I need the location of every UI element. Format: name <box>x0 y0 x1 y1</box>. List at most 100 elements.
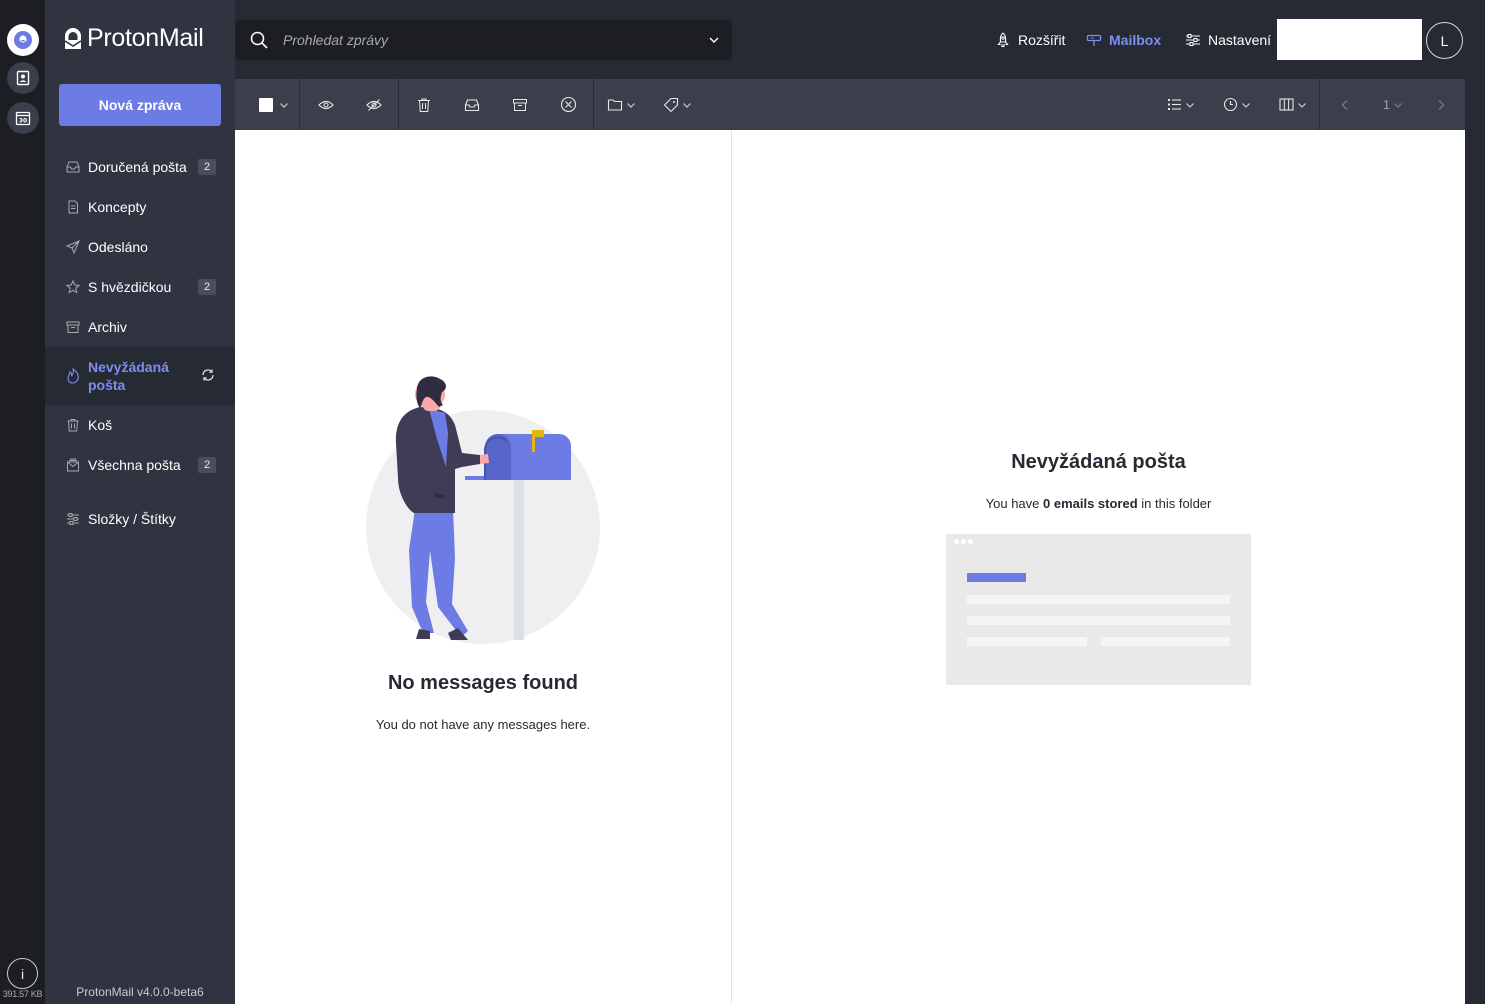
placeholder-line <box>967 616 1230 625</box>
storage-usage: 391.57 KB <box>2 989 43 999</box>
sidebar-item-label: Odesláno <box>88 239 148 255</box>
mailbox-link[interactable]: Mailbox <box>1086 20 1161 60</box>
empty-state-title: No messages found <box>387 672 579 694</box>
redacted-box <box>1277 19 1422 60</box>
unread-count-badge: 2 <box>198 159 216 175</box>
move-to-archive-button[interactable] <box>505 79 535 130</box>
search-input[interactable] <box>283 32 696 48</box>
placeholder-line <box>1101 637 1230 646</box>
sidebar-item-label: Archiv <box>88 319 127 335</box>
mark-read-button[interactable] <box>311 79 341 130</box>
window-dot <box>961 539 966 544</box>
close-circle-icon <box>560 96 576 113</box>
refresh-icon[interactable] <box>201 368 215 385</box>
toolbar-divider <box>398 79 399 130</box>
settings-link[interactable]: Nastavení <box>1185 20 1271 60</box>
page-select-dropdown[interactable]: 1 <box>1373 79 1413 130</box>
clock-icon <box>1223 97 1238 112</box>
move-to-folder-dropdown[interactable] <box>603 79 639 130</box>
page-number: 1 <box>1382 97 1391 112</box>
sidebar-item-label: Složky / Štítky <box>88 511 176 527</box>
info-button[interactable]: i <box>7 958 38 989</box>
apply-label-dropdown[interactable] <box>659 79 695 130</box>
contacts-icon <box>16 70 30 86</box>
all-mail-icon <box>65 457 81 473</box>
view-mode-dropdown[interactable] <box>1275 79 1311 130</box>
toolbar-divider <box>593 79 594 130</box>
message-toolbar: 1 <box>235 79 1465 130</box>
previous-page-button[interactable] <box>1333 79 1357 130</box>
folder-summary-prefix: You have <box>985 496 1043 511</box>
sidebar-item-sent[interactable]: Odesláno <box>45 227 235 267</box>
sidebar-item-folders-labels[interactable]: Složky / Štítky <box>45 499 235 539</box>
mail-app-button[interactable] <box>7 24 39 56</box>
folder-summary: You have 0 emails stored in this folder <box>732 496 1465 511</box>
folder-nav: Doručená pošta 2 Koncepty Odesláno S hvě… <box>45 147 235 539</box>
mailbox-label: Mailbox <box>1109 32 1162 48</box>
star-icon <box>65 279 81 295</box>
sidebar-item-label: Nevyžádaná pošta <box>88 359 169 393</box>
sidebar-item-drafts[interactable]: Koncepty <box>45 187 235 227</box>
sidebar-item-label: S hvězdičkou <box>88 279 172 295</box>
message-view: Nevyžádaná pošta You have 0 emails store… <box>732 130 1465 1004</box>
layout-list-dropdown[interactable] <box>1163 79 1199 130</box>
sidebar-item-archive[interactable]: Archiv <box>45 307 235 347</box>
mailbox-icon <box>1086 34 1102 46</box>
protonmail-logo-icon <box>64 27 82 49</box>
search-icon[interactable] <box>235 31 283 49</box>
email-count: 0 emails stored <box>1043 496 1138 511</box>
sort-dropdown[interactable] <box>1219 79 1255 130</box>
paper-plane-icon <box>65 239 81 255</box>
next-page-button[interactable] <box>1429 79 1453 130</box>
sliders-icon <box>65 511 81 527</box>
select-all-checkbox[interactable] <box>259 97 273 112</box>
sidebar-item-inbox[interactable]: Doručená pošta 2 <box>45 147 235 187</box>
logo[interactable]: ProtonMail <box>63 24 204 53</box>
chevron-down-icon <box>626 102 635 108</box>
mark-unread-button[interactable] <box>359 79 389 130</box>
delete-button[interactable] <box>553 79 583 130</box>
chevron-down-icon <box>280 102 288 108</box>
mail-app-icon <box>14 31 32 49</box>
sidebar-item-all-mail[interactable]: Všechna pošta 2 <box>45 445 235 485</box>
window-dot <box>954 539 959 544</box>
app-rail: 30 i 391.57 KB <box>0 0 45 1004</box>
chevron-right-icon <box>1438 99 1445 110</box>
sidebar-item-label: Doručená pošta <box>88 159 187 175</box>
placeholder-line <box>967 595 1230 604</box>
sidebar-item-spam[interactable]: Nevyžádaná pošta <box>45 347 235 405</box>
sidebar: ProtonMail Nová zpráva Doručená pošta 2 … <box>45 0 235 1004</box>
inbox-icon <box>464 98 480 111</box>
select-all-dropdown[interactable] <box>251 79 297 130</box>
trash-icon <box>418 98 430 112</box>
eye-icon <box>318 100 334 109</box>
message-list: No messages found You do not have any me… <box>235 130 731 1004</box>
tag-icon <box>663 97 678 112</box>
sidebar-item-starred[interactable]: S hvězdičkou 2 <box>45 267 235 307</box>
chevron-down-icon[interactable] <box>696 34 732 46</box>
empty-state-subtitle: You do not have any messages here. <box>375 717 591 732</box>
folder-title: Nevyžádaná pošta <box>1011 451 1186 473</box>
placeholder-line <box>967 637 1087 646</box>
sidebar-item-trash[interactable]: Koš <box>45 405 235 445</box>
user-avatar-button[interactable]: L <box>1426 22 1463 59</box>
contacts-app-button[interactable] <box>7 62 39 94</box>
sidebar-item-label: Koš <box>88 417 113 433</box>
calendar-app-button[interactable]: 30 <box>7 102 39 134</box>
chevron-down-icon <box>1298 102 1306 108</box>
search-bar <box>235 20 732 60</box>
fire-icon <box>65 368 81 384</box>
folder-summary-suffix: in this folder <box>1137 496 1212 511</box>
trash-icon <box>65 417 81 433</box>
move-to-inbox-button[interactable] <box>457 79 487 130</box>
compose-button[interactable]: Nová zpráva <box>59 84 221 126</box>
archive-icon <box>513 98 527 111</box>
move-to-trash-button[interactable] <box>409 79 439 130</box>
logo-text: ProtonMail <box>87 24 204 52</box>
inbox-icon <box>65 159 81 175</box>
eye-slash-icon <box>366 98 382 111</box>
chevron-left-icon <box>1341 99 1348 110</box>
upgrade-link[interactable]: Rozšířit <box>995 20 1065 60</box>
chevron-down-icon <box>1394 102 1403 108</box>
archive-icon <box>65 319 81 335</box>
